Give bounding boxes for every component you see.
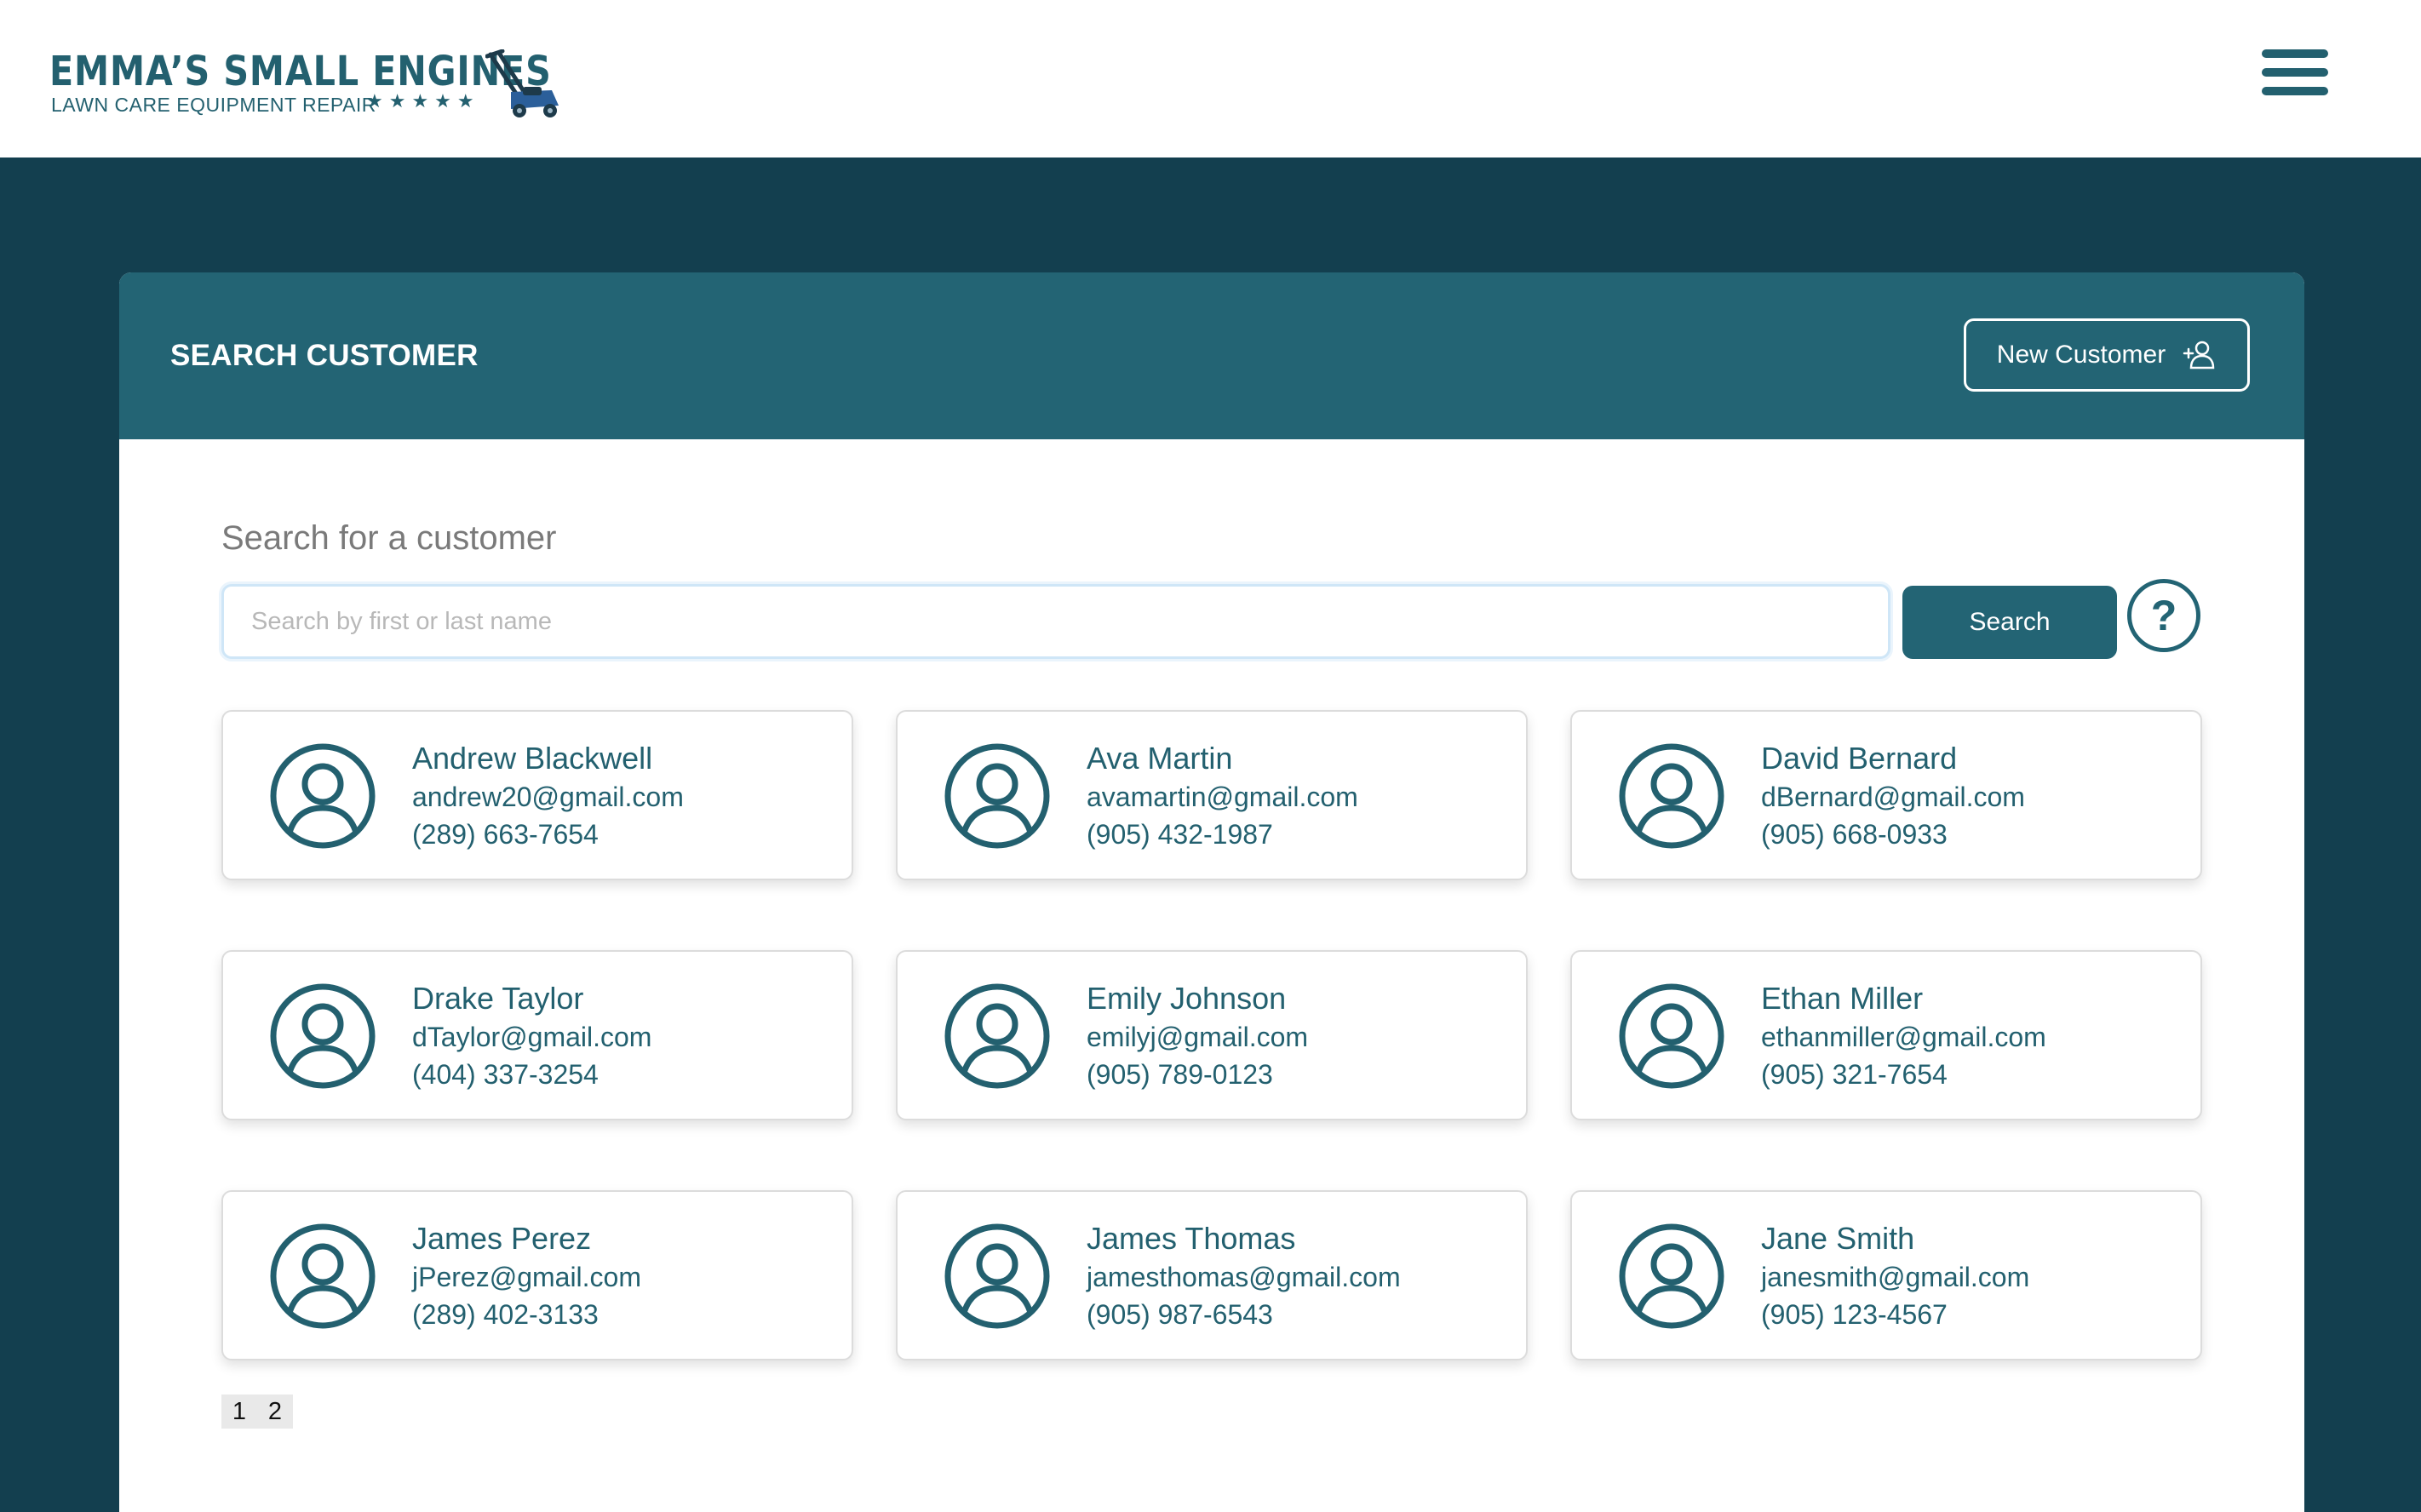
customer-phone: (905) 668-0933 [1761, 819, 1948, 850]
customer-email: dBernard@gmail.com [1761, 782, 2025, 812]
customer-email: jamesthomas@gmail.com [1087, 1262, 1401, 1292]
customer-name: Ethan Miller [1761, 981, 1924, 1016]
search-customer-panel: SEARCH CUSTOMER New Customer Search for … [119, 272, 2304, 1512]
customer-phone: (905) 987-6543 [1087, 1299, 1273, 1330]
customer-card[interactable]: Drake Taylor dTaylor@gmail.com (404) 337… [221, 950, 853, 1120]
customer-email: andrew20@gmail.com [412, 782, 684, 812]
user-avatar-icon [270, 983, 376, 1089]
customer-card[interactable]: Andrew Blackwell andrew20@gmail.com (289… [221, 710, 853, 880]
customer-card[interactable]: David Bernard dBernard@gmail.com (905) 6… [1570, 710, 2202, 880]
customer-name: Andrew Blackwell [412, 741, 653, 776]
logo-title: EMMA’S SMALL ENGINES [49, 48, 552, 95]
customer-card[interactable]: James Thomas jamesthomas@gmail.com (905)… [896, 1190, 1528, 1360]
customer-card[interactable]: James Perez jPerez@gmail.com (289) 402-3… [221, 1190, 853, 1360]
customer-email: avamartin@gmail.com [1087, 782, 1358, 812]
customer-name: Emily Johnson [1087, 981, 1287, 1016]
panel-title: SEARCH CUSTOMER [170, 339, 479, 372]
search-button[interactable]: Search [1902, 586, 2117, 659]
new-customer-label: New Customer [1996, 341, 2166, 369]
customer-phone: (905) 432-1987 [1087, 819, 1273, 850]
new-customer-button[interactable]: New Customer [1964, 318, 2250, 392]
help-icon[interactable]: ? [2127, 579, 2200, 652]
customer-phone: (404) 337-3254 [412, 1059, 599, 1090]
page-link-1[interactable]: 1 [221, 1395, 257, 1429]
customer-name: James Thomas [1087, 1221, 1296, 1256]
user-avatar-icon [1619, 983, 1724, 1089]
customer-card[interactable]: Ava Martin avamartin@gmail.com (905) 432… [896, 710, 1528, 880]
customer-card[interactable]: Jane Smith janesmith@gmail.com (905) 123… [1570, 1190, 2202, 1360]
customer-card[interactable]: Ethan Miller ethanmiller@gmail.com (905)… [1570, 950, 2202, 1120]
search-label: Search for a customer [221, 519, 557, 557]
customer-email: dTaylor@gmail.com [412, 1022, 652, 1052]
customer-phone: (289) 663-7654 [412, 819, 599, 850]
top-bar: EMMA’S SMALL ENGINES LAWN CARE EQUIPMENT… [0, 0, 2421, 158]
user-avatar-icon [944, 983, 1050, 1089]
customer-email: jPerez@gmail.com [412, 1262, 641, 1292]
customer-email: ethanmiller@gmail.com [1761, 1022, 2046, 1052]
logo-stars: ★★★★★ [366, 90, 480, 112]
user-avatar-icon [1619, 743, 1724, 849]
customer-name: Jane Smith [1761, 1221, 1915, 1256]
user-avatar-icon [270, 743, 376, 849]
user-avatar-icon [944, 743, 1050, 849]
customer-phone: (905) 123-4567 [1761, 1299, 1948, 1330]
customer-email: janesmith@gmail.com [1761, 1262, 2030, 1292]
customer-phone: (289) 402-3133 [412, 1299, 599, 1330]
pagination: 1 2 [221, 1395, 293, 1429]
lawn-mower-icon [485, 49, 559, 117]
brand-logo[interactable]: EMMA’S SMALL ENGINES LAWN CARE EQUIPMENT… [49, 48, 569, 124]
user-avatar-icon [1619, 1223, 1724, 1329]
customer-name: Ava Martin [1087, 741, 1233, 776]
logo-subtitle: LAWN CARE EQUIPMENT REPAIR [51, 94, 376, 116]
customer-email: emilyj@gmail.com [1087, 1022, 1309, 1052]
customer-name: James Perez [412, 1221, 592, 1256]
hamburger-icon[interactable] [2260, 48, 2332, 99]
user-avatar-icon [944, 1223, 1050, 1329]
customer-name: Drake Taylor [412, 981, 584, 1016]
customer-card[interactable]: Emily Johnson emilyj@gmail.com (905) 789… [896, 950, 1528, 1120]
user-plus-icon [2183, 341, 2215, 369]
panel-header: SEARCH CUSTOMER New Customer [119, 272, 2304, 439]
customer-phone: (905) 321-7654 [1761, 1059, 1948, 1090]
page-link-2[interactable]: 2 [257, 1395, 293, 1429]
customer-name: David Bernard [1761, 741, 1958, 776]
customer-phone: (905) 789-0123 [1087, 1059, 1273, 1090]
search-input[interactable] [221, 584, 1890, 659]
user-avatar-icon [270, 1223, 376, 1329]
